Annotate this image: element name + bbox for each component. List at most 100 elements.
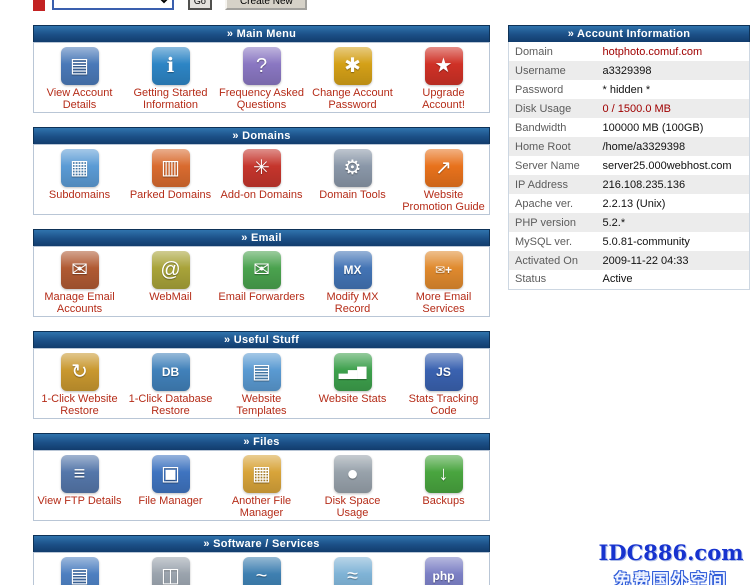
menu-item-modify-mx-record[interactable]: MX Modify MX Record	[307, 251, 398, 316]
menu-item-getting-started-information[interactable]: ℹ Getting Started Information	[125, 47, 216, 112]
menu-item-1-click-website-restore[interactable]: ↻ 1-Click Website Restore	[34, 353, 125, 418]
row-label: PHP version	[509, 213, 597, 232]
menu-item-subdomains[interactable]: ▦ Subdomains	[34, 149, 125, 214]
account-switcher-select[interactable]	[52, 0, 174, 10]
row-label: Username	[509, 61, 597, 80]
section-files: » Files ≡ View FTP Details ▣ File Manage…	[33, 433, 490, 521]
cubes-icon: ▦	[61, 149, 99, 187]
mysql-dolphin-icon: ~	[243, 557, 281, 585]
menu-item-software-1[interactable]: ▤	[34, 557, 125, 585]
menu-item-view-account-details[interactable]: ▤ View Account Details	[34, 47, 125, 112]
section-items: ▦ Subdomains ▥ Parked Domains ✳ Add-on D…	[33, 144, 490, 215]
section-header: » Files	[33, 433, 490, 450]
menu-item-upgrade-account[interactable]: ★ Upgrade Account!	[398, 47, 489, 112]
section-email: » Email ✉ Manage Email Accounts @ WebMai…	[33, 229, 490, 317]
menu-item-frequency-asked-questions[interactable]: ? Frequency Asked Questions	[216, 47, 307, 112]
row-label: Activated On	[509, 251, 597, 270]
go-button[interactable]: Go	[188, 0, 212, 10]
account-info-header: » Account Information	[508, 25, 750, 42]
row-label: MySQL ver.	[509, 232, 597, 251]
row-value: 0 / 1500.0 MB	[597, 99, 750, 118]
account-info-row: Domain hotphoto.comuf.com	[509, 42, 750, 61]
question-icon: ?	[243, 47, 281, 85]
keys-icon: ✱	[334, 47, 372, 85]
menu-item-website-stats[interactable]: ▃▅▇ Website Stats	[307, 353, 398, 418]
row-value: hotphoto.comuf.com	[597, 42, 750, 61]
menu-item-label: Website Promotion Guide	[400, 189, 487, 213]
gears-icon: ⚙	[334, 149, 372, 187]
ftp-server-icon: ≡	[61, 455, 99, 493]
network-nodes-icon: ✳	[243, 149, 281, 187]
menu-item-label: Parked Domains	[127, 189, 214, 201]
info-icon: ℹ	[152, 47, 190, 85]
account-info-row: PHP version 5.2.*	[509, 213, 750, 232]
account-info-row: Password * hidden *	[509, 80, 750, 99]
menu-item-label: Change Account Password	[309, 87, 396, 111]
menu-item-label: Another File Manager	[218, 495, 305, 519]
section-items: ↻ 1-Click Website Restore DB 1-Click Dat…	[33, 348, 490, 419]
watermark: IDC886.com 免费国外空间	[595, 540, 747, 585]
app-window-icon: ▤	[61, 557, 99, 585]
menu-item-label: Getting Started Information	[127, 87, 214, 111]
package-icon: ◫	[152, 557, 190, 585]
menu-item-manage-email-accounts[interactable]: ✉ Manage Email Accounts	[34, 251, 125, 316]
row-label: IP Address	[509, 175, 597, 194]
menu-item-software-3[interactable]: ~	[216, 557, 307, 585]
js-code-icon: JS	[425, 353, 463, 391]
menu-item-label: View FTP Details	[36, 495, 123, 507]
section-items: ✉ Manage Email Accounts @ WebMail ✉ Emai…	[33, 246, 490, 317]
row-label: Bandwidth	[509, 118, 597, 137]
menu-item-domain-tools[interactable]: ⚙ Domain Tools	[307, 149, 398, 214]
account-info-row: MySQL ver. 5.0.81-community	[509, 232, 750, 251]
award-ribbon-icon: ★	[425, 47, 463, 85]
file-cabinet-icon: ▦	[243, 455, 281, 493]
section-items: ▤ View Account Details ℹ Getting Started…	[33, 42, 490, 113]
menu-item-email-forwarders[interactable]: ✉ Email Forwarders	[216, 251, 307, 316]
section-main-menu: » Main Menu ▤ View Account Details ℹ Get…	[33, 25, 490, 113]
menu-item-parked-domains[interactable]: ▥ Parked Domains	[125, 149, 216, 214]
menu-item-disk-space-usage[interactable]: ● Disk Space Usage	[307, 455, 398, 520]
create-new-button[interactable]: Create New	[225, 0, 307, 10]
row-label: Server Name	[509, 156, 597, 175]
menu-item-change-account-password[interactable]: ✱ Change Account Password	[307, 47, 398, 112]
menu-item-another-file-manager[interactable]: ▦ Another File Manager	[216, 455, 307, 520]
menu-item-website-promotion-guide[interactable]: ↗ Website Promotion Guide	[398, 149, 489, 214]
account-info-row: Username a3329398	[509, 61, 750, 80]
watermark-site-name: IDC886.com	[595, 540, 747, 565]
menu-item-stats-tracking-code[interactable]: JS Stats Tracking Code	[398, 353, 489, 418]
menu-item-software-4[interactable]: ≈	[307, 557, 398, 585]
menu-item-view-ftp-details[interactable]: ≡ View FTP Details	[34, 455, 125, 520]
menu-item-software-2[interactable]: ◫	[125, 557, 216, 585]
templates-window-icon: ▤	[243, 353, 281, 391]
account-info-row: Disk Usage 0 / 1500.0 MB	[509, 99, 750, 118]
menu-item-label: File Manager	[127, 495, 214, 507]
menu-item-webmail[interactable]: @ WebMail	[125, 251, 216, 316]
backup-download-icon: ↓	[425, 455, 463, 493]
cpanel-page: Go Create New » Main Menu ▤ View Account…	[0, 0, 750, 585]
account-info-row: Status Active	[509, 270, 750, 289]
section-useful-stuff: » Useful Stuff ↻ 1-Click Website Restore…	[33, 331, 490, 419]
topbar: Go Create New	[33, 0, 503, 11]
row-value: 2009-11-22 04:33	[597, 251, 750, 270]
section-header: » Domains	[33, 127, 490, 144]
menu-item-website-templates[interactable]: ▤ Website Templates	[216, 353, 307, 418]
menu-item-label: View Account Details	[36, 87, 123, 111]
view-account-details-icon: ▤	[61, 47, 99, 85]
section-items: ≡ View FTP Details ▣ File Manager ▦ Anot…	[33, 450, 490, 521]
menu-item-add-on-domains[interactable]: ✳ Add-on Domains	[216, 149, 307, 214]
forward-envelope-icon: ✉	[243, 251, 281, 289]
row-label: Home Root	[509, 137, 597, 156]
menu-item-label: Website Stats	[309, 393, 396, 405]
menu-item-backups[interactable]: ↓ Backups	[398, 455, 489, 520]
menu-item-file-manager[interactable]: ▣ File Manager	[125, 455, 216, 520]
menu-item-label: Upgrade Account!	[400, 87, 487, 111]
menu-item-1-click-database-restore[interactable]: DB 1-Click Database Restore	[125, 353, 216, 418]
menu-item-software-5[interactable]: php	[398, 557, 489, 585]
menu-item-label: Domain Tools	[309, 189, 396, 201]
menu-item-label: Backups	[400, 495, 487, 507]
watermark-slogan: 免费国外空间	[595, 566, 747, 585]
row-value: server25.000webhost.com	[597, 156, 750, 175]
section-header: » Useful Stuff	[33, 331, 490, 348]
menu-item-more-email-services[interactable]: ✉+ More Email Services	[398, 251, 489, 316]
account-info-table: Domain hotphoto.comuf.com Username a3329…	[508, 42, 750, 290]
